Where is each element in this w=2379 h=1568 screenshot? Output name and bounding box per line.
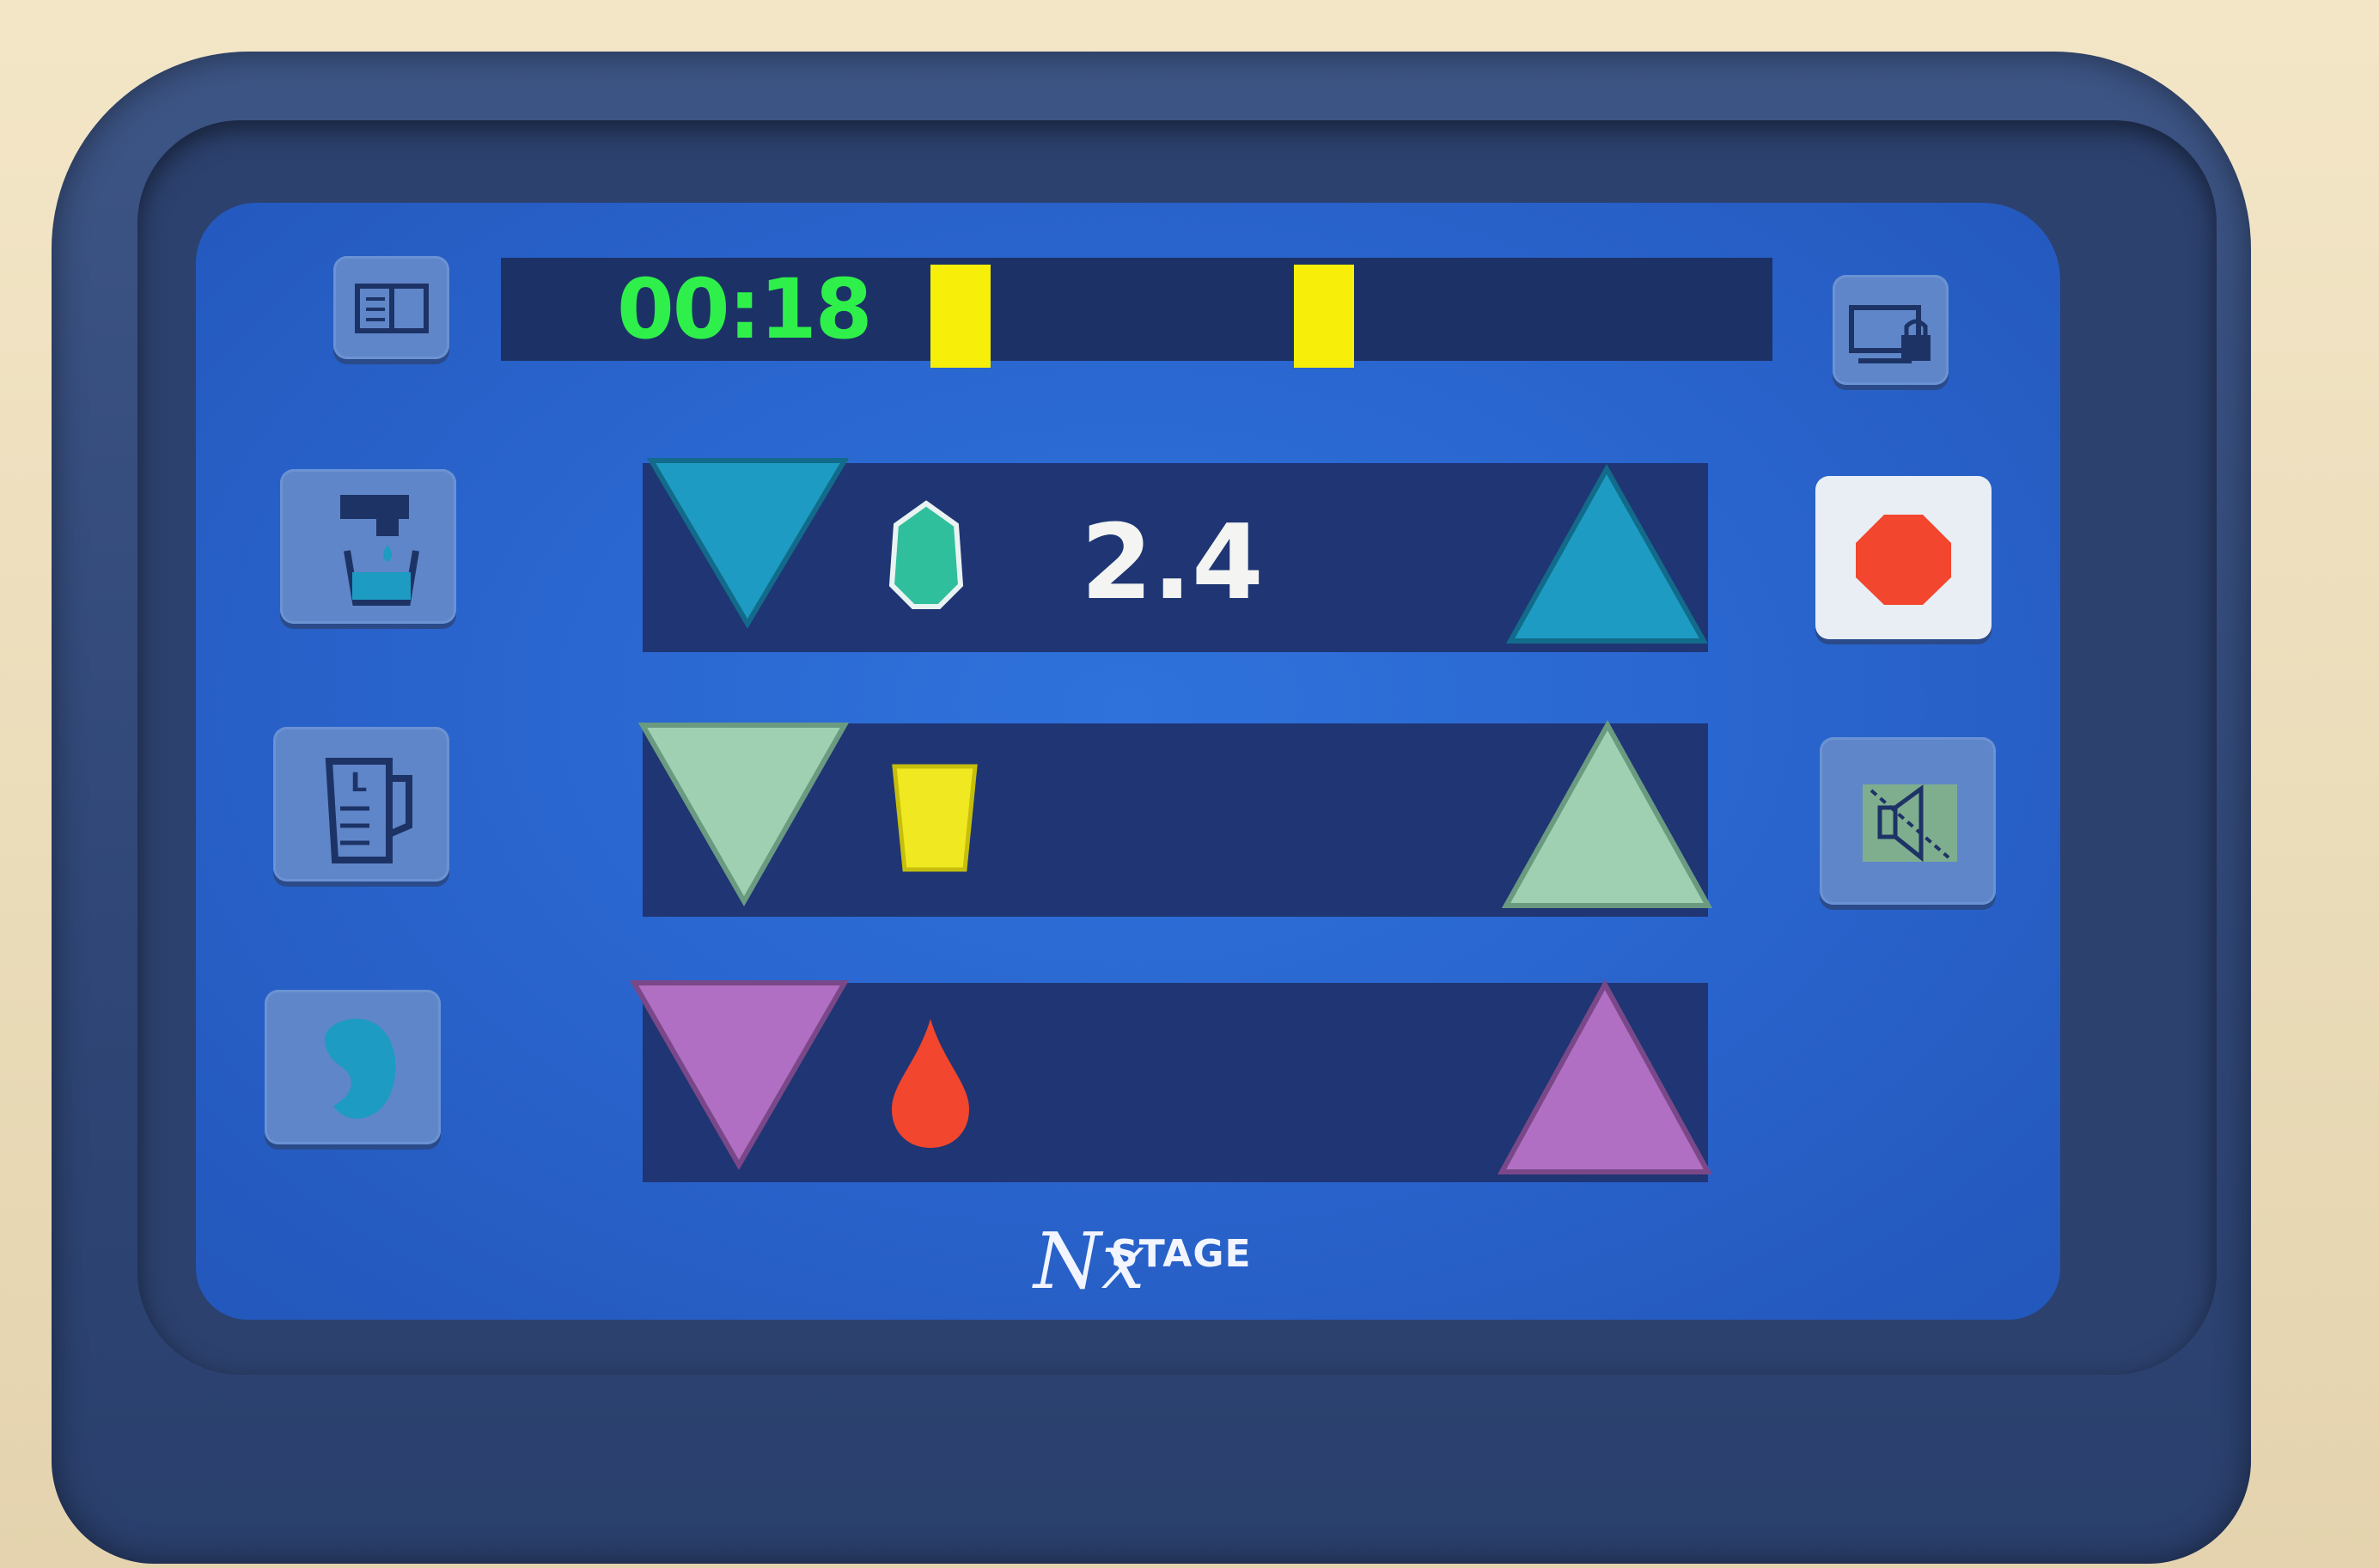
- fluid-prime-button[interactable]: [280, 469, 456, 624]
- progress-indicator-1: [930, 265, 991, 368]
- screen-lock-icon: [1849, 305, 1931, 363]
- cup-icon: [892, 764, 978, 872]
- stop-octagon-icon: [1856, 515, 1951, 605]
- dialysate-value: 2.4: [1081, 503, 1264, 623]
- manual-button[interactable]: [333, 256, 449, 359]
- svg-text:L: L: [351, 768, 367, 798]
- dialysate-decrease-button[interactable]: [643, 452, 853, 637]
- speaker-mute-icon: [1863, 784, 1957, 863]
- mute-alarm-button[interactable]: [1820, 737, 1996, 905]
- progress-indicator-2: [1294, 265, 1354, 368]
- screen-lock-button[interactable]: [1833, 275, 1949, 385]
- blood-decrease-button[interactable]: [625, 974, 853, 1176]
- volume-button[interactable]: L: [273, 727, 449, 882]
- ultrafiltration-decrease-button[interactable]: [634, 717, 853, 914]
- blood-increase-button[interactable]: [1493, 976, 1717, 1182]
- touch-screen: 00:18 L 2.4 Nx STAGE: [196, 203, 2060, 1320]
- dialysate-increase-button[interactable]: [1502, 461, 1712, 654]
- blood-drop-icon: [892, 1019, 969, 1148]
- stop-button[interactable]: [1815, 476, 1992, 639]
- status-bar: 00:18: [501, 258, 1772, 368]
- treatment-timer: 00:18: [617, 261, 873, 357]
- measuring-jug-icon: L: [325, 758, 412, 863]
- kidney-icon: [324, 1018, 396, 1119]
- logo-text: STAGE: [1111, 1232, 1252, 1276]
- fluid-bag-icon: [888, 500, 964, 609]
- book-icon: [355, 284, 429, 333]
- kidney-button[interactable]: [265, 990, 441, 1144]
- faucet-cup-icon: [340, 495, 419, 606]
- nxstage-logo: Nx STAGE: [1034, 1217, 1274, 1311]
- ultrafiltration-increase-button[interactable]: [1498, 717, 1717, 918]
